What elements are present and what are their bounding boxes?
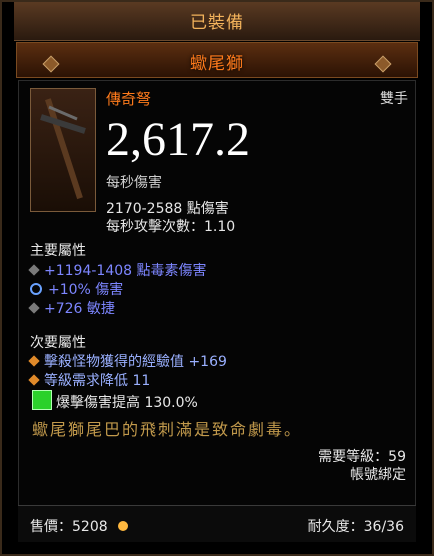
primary-attributes-title: 主要屬性 — [30, 243, 86, 259]
orange-diamond-icon — [28, 355, 40, 367]
durability: 耐久度：36/36 — [307, 519, 404, 535]
secondary-stat: 等級需求降低 11 — [28, 370, 151, 390]
secondary-stat: 擊殺怪物獲得的經驗值 +169 — [28, 351, 227, 371]
attack-speed: 每秒攻擊次數：1.10 — [106, 219, 236, 235]
dps-value: 2,617.2 — [106, 113, 250, 166]
gold-coin-icon — [118, 521, 129, 531]
circle-bullet-icon — [30, 283, 42, 295]
socketed-gem-icon — [32, 390, 52, 410]
primary-stat-text: +10% 傷害 — [48, 282, 124, 298]
secondary-stat-text: 等級需求降低 11 — [44, 373, 151, 389]
tooltip-footer: 售價：5208 耐久度：36/36 — [18, 505, 416, 542]
primary-stat-text: +726 敏捷 — [44, 301, 115, 317]
secondary-stat-text: 擊殺怪物獲得的經驗值 +169 — [44, 354, 227, 370]
diamond-bullet-icon — [28, 302, 40, 314]
primary-stat-text: +1194-1408 點毒素傷害 — [44, 263, 207, 279]
crossbow-icon — [30, 88, 96, 212]
sell-price-text: 售價：5208 — [30, 519, 108, 535]
primary-stat: +10% 傷害 — [30, 279, 123, 299]
sell-price: 售價：5208 — [30, 516, 129, 536]
dps-label: 每秒傷害 — [106, 175, 162, 191]
item-tooltip: 已裝備 蠍尾獅 傳奇弩 雙手 2,617.2 每秒傷害 2170-2588 點傷… — [0, 0, 434, 556]
primary-stat: +726 敏捷 — [28, 298, 115, 318]
item-type: 傳奇弩 — [106, 90, 152, 108]
item-name: 蠍尾獅 — [190, 54, 244, 74]
orange-diamond-icon — [28, 374, 40, 386]
damage-range: 2170-2588 點傷害 — [106, 201, 229, 217]
item-name-banner: 蠍尾獅 — [16, 42, 418, 78]
required-level: 需要等級：59 — [318, 449, 406, 465]
account-bound: 帳號綁定 — [350, 467, 406, 483]
socket-bonus: 爆擊傷害提高 130.0% — [56, 395, 198, 411]
primary-stat: +1194-1408 點毒素傷害 — [28, 260, 207, 280]
equipped-banner: 已裝備 — [14, 2, 420, 41]
item-slot: 雙手 — [380, 91, 408, 107]
equipped-label: 已裝備 — [190, 13, 244, 33]
diamond-bullet-icon — [28, 264, 40, 276]
secondary-attributes-title: 次要屬性 — [30, 335, 86, 351]
flavor-text: 蠍尾獅尾巴的飛刺滿是致命劇毒。 — [32, 420, 303, 439]
